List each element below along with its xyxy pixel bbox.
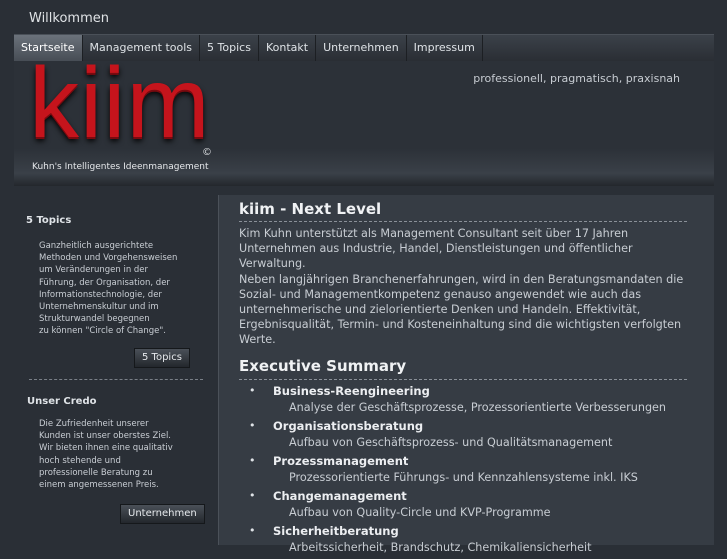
list-item: • Organisationsberatung Aufbau von Gesch… [249, 419, 709, 454]
topics-line: Strukturwandel begegnen [39, 314, 150, 325]
credo-line: einem angemessenen Preis. [39, 480, 159, 491]
sidebar: 5 Topics Ganzheitlich ausgerichtete Meth… [14, 195, 217, 545]
summary-item-title: Prozessmanagement [273, 454, 409, 468]
summary-item-desc: Prozessorientierte Führungs- und Kennzah… [289, 471, 638, 484]
topics-line: Führung, der Organisation, der [39, 277, 170, 288]
topics-heading: 5 Topics [26, 215, 72, 226]
list-item: • Business-Reengineering Analyse der Ges… [249, 384, 709, 419]
bullet-icon: • [249, 489, 256, 502]
topics-line: um Veränderungen in der [39, 265, 149, 276]
list-item: • Sicherheitberatung Arbeitssicherheit, … [249, 524, 709, 559]
summary-item-title: Business-Reengineering [273, 384, 430, 398]
main-title: kiim - Next Level [239, 200, 382, 218]
main-content: kiim - Next Level Kim Kuhn unterstützt a… [219, 195, 714, 554]
copyright-symbol: © [202, 147, 212, 158]
credo-line: hoch stehende und [39, 455, 121, 466]
topics-line: Methoden und Vorgehensweisen [39, 253, 178, 264]
page-title: Willkommen [29, 11, 109, 26]
bullet-icon: • [249, 419, 256, 432]
summary-item-title: Changemanagement [273, 489, 407, 503]
5-topics-button[interactable]: 5 Topics [134, 348, 190, 368]
summary-list: • Business-Reengineering Analyse der Ges… [249, 384, 709, 559]
credo-line: Die Zufriedenheit unserer [39, 419, 149, 429]
nav-item-impressum[interactable]: Impressum [407, 35, 483, 61]
title-divider [239, 221, 687, 222]
credo-line: Wir bieten ihnen eine qualitativ [39, 443, 173, 454]
intro-paragraph-1: Kim Kuhn unterstützt als Management Cons… [239, 227, 633, 271]
header-banner: professionell, pragmatisch, praxisnah ki… [14, 53, 714, 186]
executive-summary-title: Executive Summary [239, 357, 407, 375]
topics-line: zu können "Circle of Change". [39, 326, 166, 337]
logo-subtitle: Kuhn's Intelligentes Ideenmanagement [32, 162, 209, 172]
credo-heading: Unser Credo [27, 396, 97, 407]
credo-text: Die Zufriedenheit unserer Kunden ist uns… [39, 418, 173, 491]
summary-divider [239, 379, 687, 380]
bullet-icon: • [249, 384, 256, 397]
sidebar-divider [29, 379, 203, 380]
topics-text: Ganzheitlich ausgerichtete Methoden und … [39, 240, 177, 338]
list-item: • Changemanagement Aufbau von Quality-Ci… [249, 489, 709, 524]
intro-text: Kim Kuhn unterstützt als Management Cons… [239, 226, 699, 348]
summary-item-desc: Analyse der Geschäftsprozesse, Prozessor… [289, 401, 667, 414]
summary-item-desc: Aufbau von Geschäftsprozess- und Qualitä… [289, 436, 613, 449]
credo-line: Kunden ist unser oberstes Ziel. [39, 431, 172, 442]
topics-line: Unternehmenskultur und im [39, 302, 159, 313]
unternehmen-button[interactable]: Unternehmen [120, 504, 205, 524]
kiim-logo[interactable]: kiim [29, 53, 211, 153]
summary-item-title: Sicherheitberatung [273, 524, 399, 538]
bullet-icon: • [249, 454, 256, 467]
summary-item-desc: Arbeitssicherheit, Brandschutz, Chemikal… [289, 541, 592, 554]
intro-paragraph-2: Neben langjährigen Branchenerfahrungen, … [239, 272, 684, 347]
tagline: professionell, pragmatisch, praxisnah [473, 72, 680, 85]
topics-line: Ganzheitlich ausgerichtete [39, 241, 154, 251]
bullet-icon: • [249, 524, 256, 537]
summary-item-title: Organisationsberatung [273, 419, 424, 433]
list-item: • Prozessmanagement Prozessorientierte F… [249, 454, 709, 489]
nav-item-kontakt[interactable]: Kontakt [259, 35, 317, 61]
topics-line: Informationstechnologie, der [39, 289, 162, 300]
nav-item-unternehmen[interactable]: Unternehmen [316, 35, 407, 61]
credo-line: professionelle Beratung zu [39, 467, 153, 478]
summary-item-desc: Aufbau von Quality-Circle und KVP-Progra… [289, 506, 551, 519]
